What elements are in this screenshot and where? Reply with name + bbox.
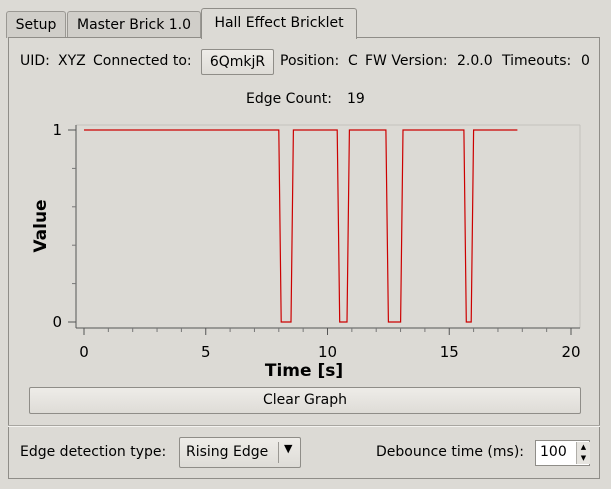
edge-detection-type-select[interactable]: Rising Edge ▼: [179, 437, 301, 468]
x-tick-label: 0: [79, 343, 89, 361]
x-ticks: 0 5 10 15 20: [79, 328, 581, 361]
x-tick-label: 10: [318, 343, 337, 361]
y-ticks: 01: [52, 121, 76, 331]
plot-area: [75, 124, 581, 329]
combo-divider: [278, 442, 279, 463]
spin-up-icon[interactable]: ▲: [576, 442, 590, 453]
x-tick-label: 15: [440, 343, 459, 361]
debounce-time-label: Debounce time (ms):: [376, 444, 525, 460]
x-tick-label: 5: [201, 343, 211, 361]
y-tick-label: 1: [52, 121, 62, 139]
x-tick-label: 20: [561, 343, 580, 361]
spin-down-icon[interactable]: ▼: [576, 453, 590, 464]
x-axis-label: Time [s]: [265, 361, 343, 381]
y-axis-label: Value: [31, 199, 51, 252]
chevron-down-icon: ▼: [284, 442, 293, 455]
edge-detection-type-value: Rising Edge: [186, 444, 269, 460]
clear-graph-button[interactable]: Clear Graph: [29, 387, 581, 414]
debounce-time-spinbox[interactable]: 100 ▲ ▼: [535, 440, 590, 466]
edge-plot: 01 0 5 10 15 20 Time [s] Value: [31, 121, 581, 381]
divider: [8, 425, 600, 427]
y-tick-label: 0: [52, 313, 62, 331]
edge-detection-type-label: Edge detection type:: [20, 444, 167, 460]
y-minor-ticks: [72, 167, 76, 285]
debounce-time-value[interactable]: 100: [540, 444, 567, 460]
